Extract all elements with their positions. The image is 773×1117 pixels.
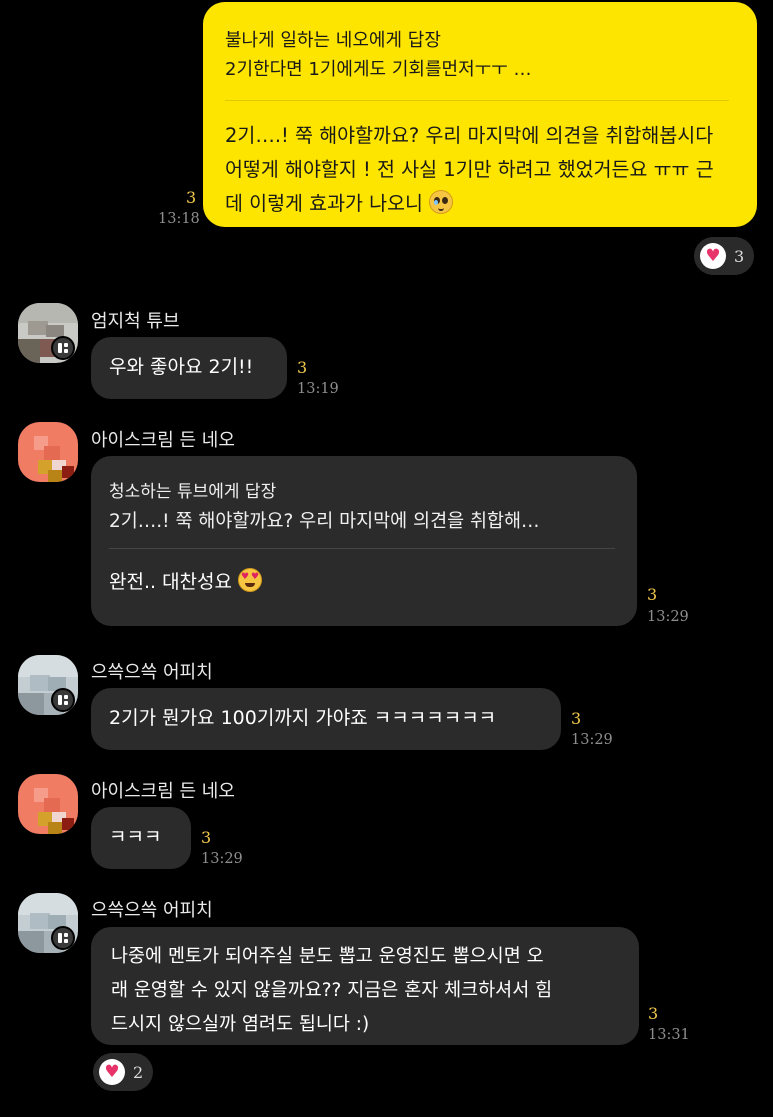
multi-profile-icon (51, 688, 75, 712)
message-bubble[interactable]: 우와 좋아요 2기!! (91, 337, 287, 399)
message-text: 나중에 멘토가 되어주실 분도 뽑고 운영진도 뽑으시면 오 래 운영할 수 있… (111, 946, 553, 1035)
my-message-bubble[interactable]: 불나게 일하는 네오에게 답장 2기한다면 1기에게도 기회를먼저ㅜㅜ … 2기… (203, 2, 757, 227)
quoted-text[interactable]: 2기….! 쭉 해야할까요? 우리 마지막에 의견을 취합해… (109, 507, 615, 536)
message-time: 13:29 (201, 851, 243, 867)
reply-target: 불나게 일하는 네오에게 답장 (225, 30, 441, 51)
heart-eyes-emoji: ♥ ♥ (238, 568, 263, 592)
message-bubble[interactable]: 2기가 뭔가요 100기까지 가야죠 ㅋㅋㅋㅋㅋㅋㅋ (91, 688, 561, 750)
pleading-face-emoji (429, 190, 454, 214)
message-text: 완전.. 대찬성요 ♥ ♥ (109, 565, 615, 599)
reply-divider (109, 548, 615, 549)
reply-target: 청소하는 튜브에게 답장 (109, 482, 277, 502)
message-bubble[interactable]: ㅋㅋㅋ (91, 807, 191, 869)
reaction-chip[interactable]: ♥ 3 (694, 237, 754, 275)
unread-count: 3 (201, 828, 212, 847)
message-text: ㅋㅋㅋ (109, 826, 162, 848)
message-time: 13:18 (158, 211, 200, 227)
unread-count: 3 (648, 1004, 659, 1023)
multi-profile-icon (51, 926, 75, 950)
reaction-count: 2 (133, 1062, 144, 1082)
message-time: 13:19 (297, 381, 339, 397)
avatar[interactable] (18, 422, 78, 482)
sender-name: 으쓱으쓱 어피치 (91, 900, 213, 921)
unread-count: 3 (571, 709, 582, 728)
message-text: 우와 좋아요 2기!! (109, 356, 254, 378)
multi-profile-icon (51, 336, 75, 360)
avatar[interactable] (18, 774, 78, 834)
sender-name: 아이스크림 든 네오 (91, 781, 235, 802)
message-text: 2기가 뭔가요 100기까지 가야죠 ㅋㅋㅋㅋㅋㅋㅋ (109, 707, 497, 729)
sender-name: 엄지척 튜브 (91, 311, 180, 332)
message-time: 13:29 (571, 732, 613, 748)
heart-icon: ♥ (700, 243, 726, 269)
quoted-text[interactable]: 2기한다면 1기에게도 기회를먼저ㅜㅜ … (225, 55, 729, 84)
reaction-count: 3 (734, 246, 745, 266)
sender-name: 아이스크림 든 네오 (91, 430, 235, 451)
reaction-chip[interactable]: ♥ 2 (93, 1053, 153, 1091)
message-bubble[interactable]: 나중에 멘토가 되어주실 분도 뽑고 운영진도 뽑으시면 오 래 운영할 수 있… (91, 927, 639, 1045)
message-time: 13:31 (648, 1027, 690, 1043)
sender-name: 으쓱으쓱 어피치 (91, 662, 213, 683)
message-time: 13:29 (647, 609, 689, 625)
heart-icon: ♥ (99, 1059, 125, 1085)
unread-count: 3 (297, 358, 308, 377)
message-bubble[interactable]: 청소하는 튜브에게 답장 2기….! 쭉 해야할까요? 우리 마지막에 의견을 … (91, 456, 637, 626)
unread-count: 3 (186, 188, 197, 207)
unread-count: 3 (647, 585, 658, 604)
message-text: 2기….! 쭉 해야할까요? 우리 마지막에 의견을 취합해봅시다 어떻게 해야… (225, 124, 714, 215)
reply-divider (225, 100, 729, 101)
